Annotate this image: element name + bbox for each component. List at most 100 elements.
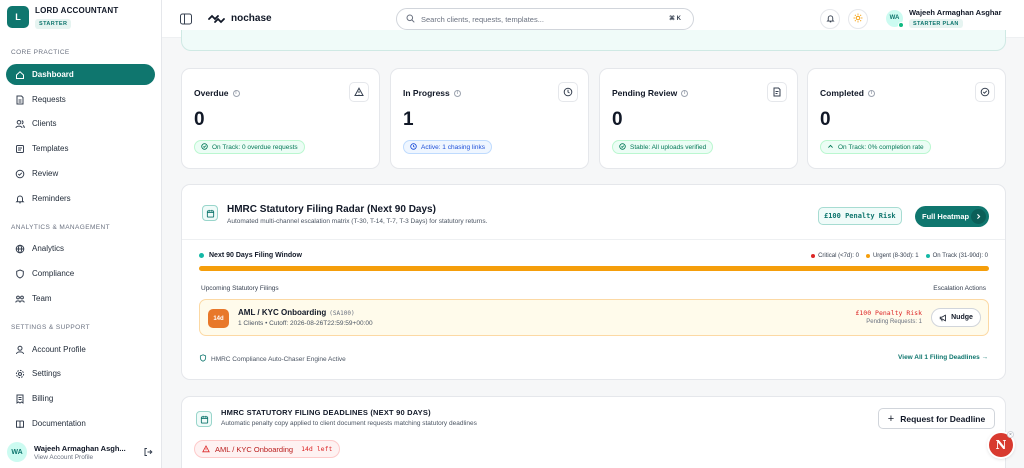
stat-card-in-progress[interactable]: In Progress i 1 Active: 1 chasing links — [390, 68, 589, 169]
sidebar-item-label: Team — [32, 294, 52, 303]
row-penalty-risk: £100 Penalty Risk — [855, 309, 922, 317]
stat-status-pill: On Track: 0% completion rate — [820, 140, 931, 154]
check-circle-icon — [201, 142, 208, 152]
global-search[interactable]: ⌘ K — [396, 8, 694, 30]
penalty-risk-badge: £100 Penalty Risk — [818, 207, 902, 225]
filing-name: AML / KYC Onboarding (SA100) — [238, 308, 355, 317]
stat-value: 0 — [194, 109, 205, 130]
stat-card-completed[interactable]: Completed i 0 On Track: 0% completion rat… — [807, 68, 1006, 169]
sidebar-item-label: Compliance — [32, 269, 75, 278]
user-profile-link[interactable]: View Account Profile — [34, 454, 126, 461]
stat-title: In Progress — [403, 88, 450, 98]
sidebar-user-profile[interactable]: WA Wajeeh Armaghan Asgh... View Account … — [7, 442, 155, 462]
header-plan-badge: STARTER PLAN — [909, 19, 963, 28]
search-icon — [406, 14, 415, 25]
review-doc-icon — [767, 82, 787, 102]
nudge-button[interactable]: Nudge — [931, 308, 981, 327]
sidebar-item-billing[interactable]: Billing — [6, 388, 155, 409]
app-logo-text: nochase — [231, 13, 272, 24]
sidebar-item-dashboard[interactable]: Dashboard — [6, 64, 155, 85]
progress-fill — [199, 266, 989, 271]
stat-card-pending-review[interactable]: Pending Review i 0 Stable: All uploads ve… — [599, 68, 798, 169]
warning-icon — [349, 82, 369, 102]
theme-toggle-button[interactable] — [848, 9, 868, 29]
check-circle-icon — [975, 82, 995, 102]
sidebar-toggle-icon[interactable] — [179, 12, 193, 26]
filing-code: (SA100) — [329, 310, 355, 317]
sidebar-item-compliance[interactable]: Compliance — [6, 263, 155, 284]
brand-name: LORD ACCOUNTANT — [35, 6, 119, 15]
deadline-chip[interactable]: AML / KYC Onboarding 14d left — [194, 440, 341, 458]
header-user-menu[interactable]: WA Wajeeh Armaghan Asghar STARTER PLAN — [886, 8, 1002, 28]
sidebar-item-settings[interactable]: Settings — [6, 363, 155, 384]
stat-status-pill: Active: 1 chasing links — [403, 140, 492, 154]
escalation-actions-label: Escalation Actions — [933, 285, 986, 292]
filing-row[interactable]: 14d AML / KYC Onboarding (SA100) 1 Client… — [199, 299, 989, 336]
upcoming-filings-label: Upcoming Statutory Filings — [201, 285, 279, 292]
radar-title: HMRC Statutory Filing Radar (Next 90 Day… — [227, 204, 436, 215]
filing-radar-card: HMRC Statutory Filing Radar (Next 90 Day… — [181, 184, 1006, 380]
search-shortcut-hint: ⌘ K — [669, 16, 681, 22]
clock-icon — [558, 82, 578, 102]
info-icon[interactable]: i — [232, 89, 240, 97]
plan-badge: STARTER — [35, 19, 72, 29]
sidebar-item-label: Review — [32, 169, 59, 178]
team-icon — [15, 294, 25, 304]
sidebar-item-clients[interactable]: Clients — [6, 113, 155, 134]
sidebar-item-reminders[interactable]: Reminders — [6, 188, 155, 209]
sidebar-item-label: Billing — [32, 394, 54, 403]
template-icon — [15, 144, 25, 154]
chevron-right-icon — [971, 209, 986, 224]
section-title-settings: SETTINGS & SUPPORT — [11, 324, 90, 331]
legend-critical: Critical (<7d): 0 — [811, 253, 859, 259]
search-input[interactable] — [421, 14, 641, 24]
shield-icon — [15, 268, 25, 279]
user-icon — [15, 345, 25, 355]
sidebar: L LORD ACCOUNTANT STARTER CORE PRACTICE … — [0, 0, 162, 468]
section-title-core: CORE PRACTICE — [11, 49, 70, 56]
close-icon[interactable]: × — [1007, 431, 1014, 438]
header-user-name: Wajeeh Armaghan Asghar — [909, 8, 1002, 17]
stat-title: Completed — [820, 88, 864, 98]
notifications-button[interactable] — [820, 9, 840, 29]
sidebar-item-label: Analytics — [32, 244, 65, 253]
full-heatmap-button[interactable]: Full Heatmap — [915, 206, 989, 227]
filing-window-label: Next 90 Days Filing Window — [199, 252, 302, 259]
brand-logo: L — [7, 6, 29, 28]
info-icon[interactable]: i — [867, 89, 875, 97]
sidebar-item-review[interactable]: Review — [6, 163, 155, 184]
sidebar-item-templates[interactable]: Templates — [6, 138, 155, 159]
sidebar-item-team[interactable]: Team — [6, 288, 155, 309]
sidebar-item-requests[interactable]: Requests — [6, 89, 155, 110]
info-icon[interactable]: i — [453, 89, 461, 97]
deadlines-subtitle: Automatic penalty copy applied to client… — [221, 420, 477, 427]
avatar: WA — [886, 9, 904, 28]
days-remaining-badge: 14d — [208, 309, 229, 328]
calendar-icon — [202, 205, 218, 221]
sidebar-item-analytics[interactable]: Analytics — [6, 238, 155, 259]
stat-status-pill: Stable: All uploads verified — [612, 140, 714, 154]
filing-window-progress — [199, 266, 989, 271]
gear-icon — [15, 369, 25, 379]
online-status-dot — [898, 21, 904, 28]
sidebar-item-account-profile[interactable]: Account Profile — [6, 339, 155, 360]
nochase-logo-icon — [208, 13, 226, 26]
request-for-deadline-button[interactable]: + Request for Deadline — [878, 408, 995, 429]
sidebar-item-label: Settings — [32, 369, 61, 378]
calendar-icon — [196, 411, 212, 427]
brand[interactable]: L LORD ACCOUNTANT STARTER — [7, 6, 118, 29]
sidebar-item-documentation[interactable]: Documentation — [6, 413, 155, 434]
home-icon — [15, 70, 25, 80]
plus-icon: + — [887, 412, 895, 425]
view-all-deadlines-link[interactable]: View All 1 Filing Deadlines → — [898, 354, 988, 361]
book-icon — [15, 419, 25, 429]
logout-icon[interactable] — [143, 447, 153, 459]
stat-title: Overdue — [194, 88, 229, 98]
legend-urgent: Urgent (8-30d): 1 — [865, 253, 919, 259]
sun-icon — [853, 13, 863, 25]
sidebar-item-label: Reminders — [32, 194, 71, 203]
row-pending-requests: Pending Requests: 1 — [866, 319, 922, 325]
info-icon[interactable]: i — [681, 89, 689, 97]
stat-card-overdue[interactable]: Overdue i 0 On Track: 0 overdue requests — [181, 68, 380, 169]
shield-icon — [199, 354, 207, 364]
